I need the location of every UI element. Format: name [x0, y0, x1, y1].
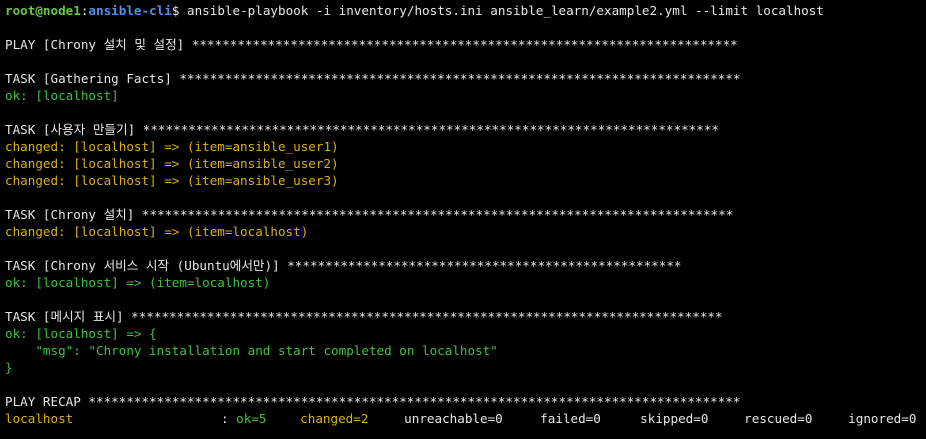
task-result-changed: changed: [localhost] => (item=localhost) [5, 224, 309, 239]
recap-ignored: ignored=0 [848, 411, 917, 426]
task-result-ok: ok: [localhost] => { [5, 326, 157, 341]
recap-rescued: rescued=0 [744, 411, 813, 426]
play-header: PLAY [Chrony 설치 및 설정] ******************… [5, 37, 738, 52]
task-result-changed: changed: [localhost] => (item=ansible_us… [5, 173, 339, 188]
recap-unreachable: unreachable=0 [404, 411, 503, 426]
command-text: ansible-playbook -i inventory/hosts.ini … [187, 3, 824, 18]
prompt-dollar: $ [171, 3, 187, 18]
task-header-gathering-facts: TASK [Gathering Facts] *****************… [5, 71, 741, 86]
recap-changed: changed=2 [300, 411, 369, 426]
task-header-show-message: TASK [메시지 표시] **************************… [5, 309, 723, 324]
play-recap-header: PLAY RECAP *****************************… [5, 394, 741, 409]
recap-failed: failed=0 [540, 411, 601, 426]
task-header-chrony-install: TASK [Chrony 설치] ***********************… [5, 207, 734, 222]
terminal-window[interactable]: root@node1: ansible-cli$ ansible-playbook… [0, 0, 926, 439]
task-result-ok: ok: [localhost] [5, 88, 119, 103]
recap-skipped: skipped=0 [640, 411, 709, 426]
task-result-close: } [5, 360, 13, 375]
recap-ok: ok=5 [236, 411, 267, 426]
recap-row: localhost: ok=5 changed=2 unreachable=0 fai… [5, 410, 926, 427]
task-header-chrony-service: TASK [Chrony 서비스 시작 (Ubuntu에서만)] *******… [5, 258, 682, 273]
task-result-changed: changed: [localhost] => (item=ansible_us… [5, 156, 339, 171]
task-result-ok: ok: [localhost] => (item=localhost) [5, 275, 271, 290]
command-line: root@node1:ansible-cli$ ansible-playbook… [5, 2, 926, 19]
recap-host: localhost [5, 411, 74, 426]
task-result-msg: "msg": "Chrony installation and start co… [5, 343, 498, 358]
task-header-create-users: TASK [사용자 만들기] *************************… [5, 122, 719, 137]
task-result-changed: changed: [localhost] => (item=ansible_us… [5, 139, 339, 154]
prompt-user-host: root@node1 [5, 3, 81, 18]
prompt-path: ansible-cli [88, 3, 172, 18]
recap-separator: : [221, 411, 237, 426]
